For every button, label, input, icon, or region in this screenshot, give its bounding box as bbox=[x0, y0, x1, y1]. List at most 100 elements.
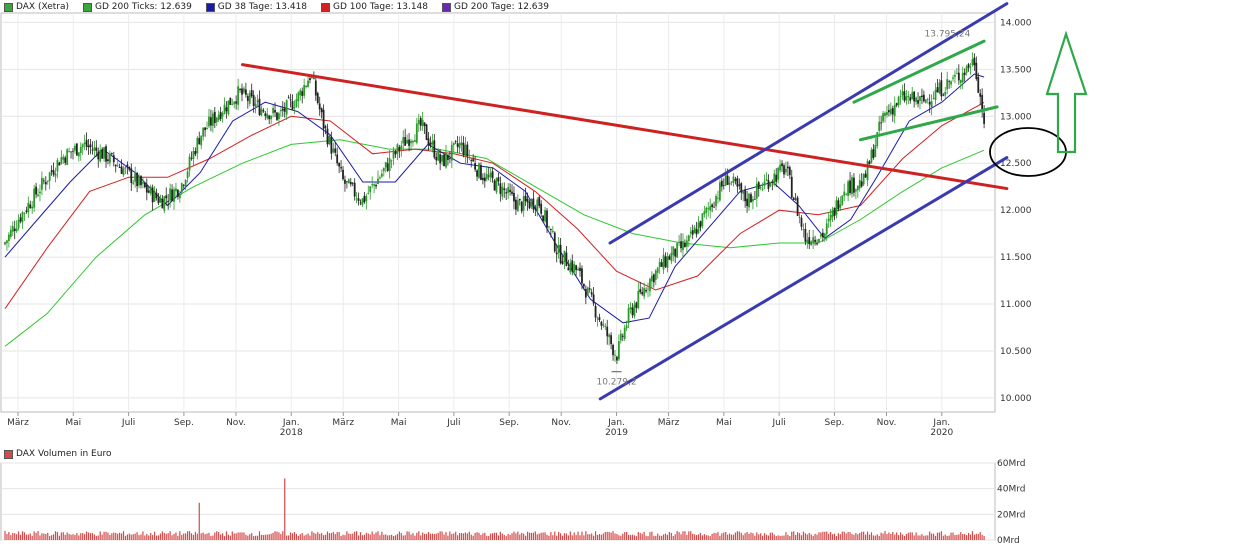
candle-body bbox=[307, 80, 309, 88]
candle-body bbox=[674, 248, 677, 257]
candle-body bbox=[946, 79, 949, 90]
candle-body bbox=[423, 122, 426, 127]
candle-body bbox=[7, 234, 10, 241]
candle-body bbox=[241, 88, 243, 95]
candle-body bbox=[761, 188, 764, 190]
candle-body bbox=[676, 242, 679, 258]
volume-bar bbox=[816, 534, 818, 540]
candle-body bbox=[380, 173, 383, 177]
volume-bar bbox=[31, 535, 33, 540]
volume-bar bbox=[604, 531, 606, 540]
candle-body bbox=[501, 186, 504, 197]
volume-bar bbox=[251, 533, 253, 540]
candle-body bbox=[244, 89, 247, 95]
candle-body bbox=[687, 235, 690, 242]
volume-bar bbox=[68, 533, 70, 540]
candle-body bbox=[248, 92, 251, 104]
candle-body bbox=[128, 166, 131, 170]
volume-bar bbox=[884, 531, 886, 540]
candle-body bbox=[680, 241, 682, 249]
candle-body bbox=[118, 167, 121, 168]
candle-body bbox=[532, 198, 535, 210]
volume-bar bbox=[798, 533, 801, 540]
candle-body bbox=[23, 212, 26, 214]
volume-bar bbox=[301, 533, 303, 540]
candle-body bbox=[441, 155, 443, 162]
volume-bar bbox=[760, 533, 762, 540]
volume-bar bbox=[492, 533, 494, 540]
candle-body bbox=[880, 122, 883, 124]
volume-bar bbox=[418, 531, 420, 540]
volume-bar bbox=[377, 531, 379, 540]
candle-body bbox=[68, 150, 71, 152]
candle-body bbox=[87, 145, 90, 148]
candle-body bbox=[495, 178, 498, 193]
volume-bar bbox=[128, 533, 130, 540]
low-annotation: 10.279,2 bbox=[596, 378, 636, 388]
candle-body bbox=[703, 211, 706, 215]
volume-bar bbox=[91, 533, 94, 540]
volume-bar bbox=[165, 533, 167, 540]
volume-bar bbox=[960, 532, 962, 540]
volume-bar bbox=[946, 535, 948, 540]
volume-bar bbox=[810, 534, 812, 540]
candle-body bbox=[977, 76, 980, 93]
candle-body bbox=[738, 184, 741, 186]
x-tick-label: März bbox=[332, 418, 354, 428]
volume-bar bbox=[723, 532, 725, 540]
candle-body bbox=[200, 135, 203, 146]
candle-body bbox=[623, 327, 626, 339]
volume-bar bbox=[322, 535, 325, 540]
volume-bar bbox=[608, 531, 610, 540]
volume-bar bbox=[740, 532, 742, 540]
volume-bar bbox=[241, 532, 243, 540]
candle-body bbox=[845, 193, 848, 195]
candle-body bbox=[101, 149, 104, 159]
candle-body bbox=[464, 144, 467, 157]
volume-bar bbox=[387, 535, 389, 540]
candle-body bbox=[705, 207, 708, 213]
volume-bar bbox=[931, 533, 933, 540]
candle-body bbox=[371, 184, 374, 186]
candle-body bbox=[210, 117, 212, 126]
candle-body bbox=[854, 189, 857, 192]
volume-bar bbox=[392, 536, 395, 540]
x-tick-label: Jan. bbox=[607, 418, 625, 428]
volume-bar bbox=[701, 535, 704, 540]
volume-bar bbox=[150, 532, 152, 540]
candle-body bbox=[742, 190, 745, 194]
volume-bar bbox=[427, 531, 430, 540]
candle-body bbox=[173, 189, 175, 202]
volume-bar bbox=[907, 532, 909, 540]
candle-body bbox=[798, 217, 801, 219]
candle-body bbox=[579, 267, 581, 271]
candle-body bbox=[188, 156, 191, 171]
volume-bar bbox=[971, 531, 974, 540]
candle-body bbox=[882, 113, 884, 122]
volume-bar bbox=[6, 534, 8, 540]
candle-body bbox=[689, 231, 692, 234]
candle-body bbox=[250, 90, 253, 97]
candle-body bbox=[320, 108, 323, 113]
candle-body bbox=[971, 59, 974, 65]
candle-body bbox=[713, 206, 715, 208]
candle-body bbox=[499, 183, 502, 194]
y-tick-label: 13.000 bbox=[1000, 112, 1032, 122]
candle-body bbox=[369, 186, 372, 193]
volume-bar bbox=[326, 531, 329, 540]
candle-body bbox=[627, 308, 630, 323]
volume-bar bbox=[51, 535, 53, 540]
candle-body bbox=[6, 240, 8, 244]
candle-body bbox=[361, 198, 364, 206]
candle-body bbox=[697, 222, 700, 233]
candle-body bbox=[781, 163, 783, 167]
candle-body bbox=[9, 229, 12, 237]
volume-bar bbox=[886, 533, 888, 540]
candle-body bbox=[406, 140, 409, 144]
candle-body bbox=[934, 89, 937, 101]
candle-body bbox=[965, 66, 968, 73]
candle-body bbox=[555, 252, 558, 255]
volume-bar bbox=[466, 533, 468, 540]
candle-body bbox=[503, 188, 506, 191]
candle-body bbox=[542, 215, 545, 222]
